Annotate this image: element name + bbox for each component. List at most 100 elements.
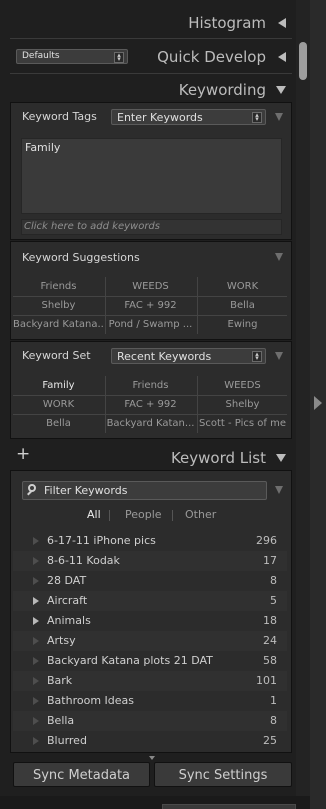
collapsed-arrow-icon (278, 18, 286, 28)
keyword-tags-mode-select[interactable]: Enter Keywords ▴ ▾ (111, 109, 266, 125)
keyword-count: 8 (270, 574, 277, 587)
disclosure-triangle-icon[interactable] (33, 617, 39, 625)
keyword-set-menu-icon[interactable] (275, 352, 283, 360)
keyword-set-cell[interactable]: Friends (105, 376, 196, 395)
keyword-list-item[interactable]: Artsy 24 (13, 631, 287, 651)
keyword-name: 6-17-11 iPhone pics (47, 534, 156, 547)
keyword-list-item[interactable]: Bathroom Ideas 1 (13, 691, 287, 711)
keyword-count: 25 (263, 734, 277, 747)
keyword-count: 5 (270, 594, 277, 607)
filter-separator (172, 510, 173, 521)
keyword-name: Backyard Katana plots 21 DAT (47, 654, 213, 667)
expanded-arrow-icon (276, 86, 286, 94)
keyword-count: 18 (263, 614, 277, 627)
suggestion-cell[interactable]: Backyard Katana... (13, 315, 104, 334)
keyword-name: Artsy (47, 634, 76, 647)
filter-tab-all[interactable]: All (87, 508, 101, 521)
keyword-list-item[interactable]: Animals 18 (13, 611, 287, 631)
filter-separator (109, 510, 110, 521)
keyword-name: Bella (47, 714, 75, 727)
add-keywords-input[interactable]: Click here to add keywords (21, 219, 282, 235)
suggestion-cell[interactable]: FAC + 992 (105, 296, 196, 315)
keyword-count: 17 (263, 554, 277, 567)
quick-develop-header[interactable]: Quick Develop (140, 45, 292, 67)
keyword-list-item[interactable]: 28 DAT 8 (13, 571, 287, 591)
sync-metadata-button[interactable]: Sync Metadata (13, 762, 150, 787)
suggestions-grid: Friends WEEDS WORK Shelby FAC + 992 Bell… (13, 277, 287, 337)
disclosure-triangle-icon (33, 717, 39, 725)
keyword-list-item[interactable]: Bark 101 (13, 671, 287, 691)
collapse-panel-arrow-icon[interactable] (314, 396, 322, 410)
keyword-name: Bark (47, 674, 73, 687)
keyword-set-cell[interactable]: Bella (13, 414, 104, 433)
filter-tab-people[interactable]: People (125, 508, 162, 521)
keyword-list-item[interactable]: Backyard Katana plots 21 DAT 58 (13, 651, 287, 671)
divider (10, 38, 292, 39)
suggestion-cell[interactable]: Pond / Swamp ... (105, 315, 196, 334)
suggestion-cell[interactable]: Friends (13, 277, 104, 296)
keyword-tags-textarea[interactable]: Family (21, 138, 282, 214)
sync-settings-button[interactable]: Sync Settings (154, 762, 292, 787)
filter-keywords-input[interactable]: Filter Keywords (22, 481, 267, 500)
keyword-tags-text: Family (25, 141, 61, 154)
keyword-set-select[interactable]: Recent Keywords ▴ ▾ (111, 348, 266, 364)
keyword-list-item[interactable]: 8-6-11 Kodak 17 (13, 551, 287, 571)
histogram-title: Histogram (188, 14, 266, 32)
keywording-title: Keywording (178, 81, 266, 99)
keyword-count: 1 (270, 694, 277, 707)
suggestions-menu-icon[interactable] (275, 253, 283, 261)
disclosure-triangle-icon (33, 657, 39, 665)
keyword-set-cell[interactable]: Scott - Pics of me (197, 414, 288, 433)
filter-options-menu-icon[interactable] (275, 486, 283, 494)
suggestion-cell[interactable]: Ewing (197, 315, 288, 334)
keyword-count: 296 (256, 534, 277, 547)
suggestion-cell[interactable]: WEEDS (105, 277, 196, 296)
scrollbar-track[interactable] (296, 0, 310, 800)
keyword-name: Bathroom Ideas (47, 694, 134, 707)
keyword-list-item[interactable]: Blurred 25 (13, 731, 287, 751)
keyword-list-header[interactable]: Keyword List (140, 446, 292, 468)
keyword-set-cell[interactable]: WORK (13, 395, 104, 414)
keyword-set-cell[interactable]: Shelby (197, 395, 288, 414)
keyword-name: 8-6-11 Kodak (47, 554, 120, 567)
stepper-arrows-icon: ▴ ▾ (252, 351, 262, 362)
keyword-tags-menu-icon[interactable] (275, 113, 283, 121)
suggestion-cell[interactable]: WORK (197, 277, 288, 296)
scrollbar-thumb[interactable] (299, 42, 307, 80)
filter-keywords-placeholder: Filter Keywords (44, 484, 128, 497)
keyword-list-item[interactable]: Bella 8 (13, 711, 287, 731)
disclosure-triangle-icon (33, 557, 39, 565)
search-icon-handle (27, 490, 32, 496)
quick-develop-preset-select[interactable]: Defaults ▴ ▾ (16, 49, 128, 64)
add-keywords-placeholder: Click here to add keywords (24, 221, 160, 232)
divider (10, 73, 292, 74)
stepper-arrows-icon: ▴ ▾ (252, 112, 262, 123)
keyword-name: Blurred (47, 734, 87, 747)
disclosure-triangle-icon (33, 737, 39, 745)
expanded-arrow-icon (276, 454, 286, 462)
add-keyword-button[interactable]: + (16, 444, 30, 464)
keyword-list-item[interactable]: Aircraft 5 (13, 591, 287, 611)
suggestion-cell[interactable]: Bella (197, 296, 288, 315)
histogram-header[interactable]: Histogram (10, 11, 292, 33)
filter-tab-other[interactable]: Other (185, 508, 216, 521)
disclosure-triangle-icon (33, 577, 39, 585)
disclosure-triangle-icon (33, 537, 39, 545)
keyword-set-cell[interactable]: Family (13, 376, 104, 395)
keyword-set-cell[interactable]: Backyard Katan... (105, 414, 196, 433)
disclosure-triangle-icon (33, 697, 39, 705)
keyword-count: 58 (263, 654, 277, 667)
keyword-count: 101 (256, 674, 277, 687)
keyword-list-item[interactable]: 6-17-11 iPhone pics 296 (13, 531, 287, 551)
collapsed-arrow-icon (278, 52, 286, 62)
disclosure-triangle-icon[interactable] (33, 597, 39, 605)
suggestion-cell[interactable]: Shelby (13, 296, 104, 315)
keywording-header[interactable]: Keywording (10, 78, 292, 100)
scroll-down-indicator-icon[interactable] (149, 756, 155, 760)
disclosure-triangle-icon (33, 677, 39, 685)
keyword-set-cell[interactable]: FAC + 992 (105, 395, 196, 414)
bottom-tab (162, 804, 296, 809)
keyword-set-cell[interactable]: WEEDS (197, 376, 288, 395)
keyword-suggestions-label: Keyword Suggestions (22, 251, 140, 264)
keyword-list-title: Keyword List (170, 449, 266, 467)
